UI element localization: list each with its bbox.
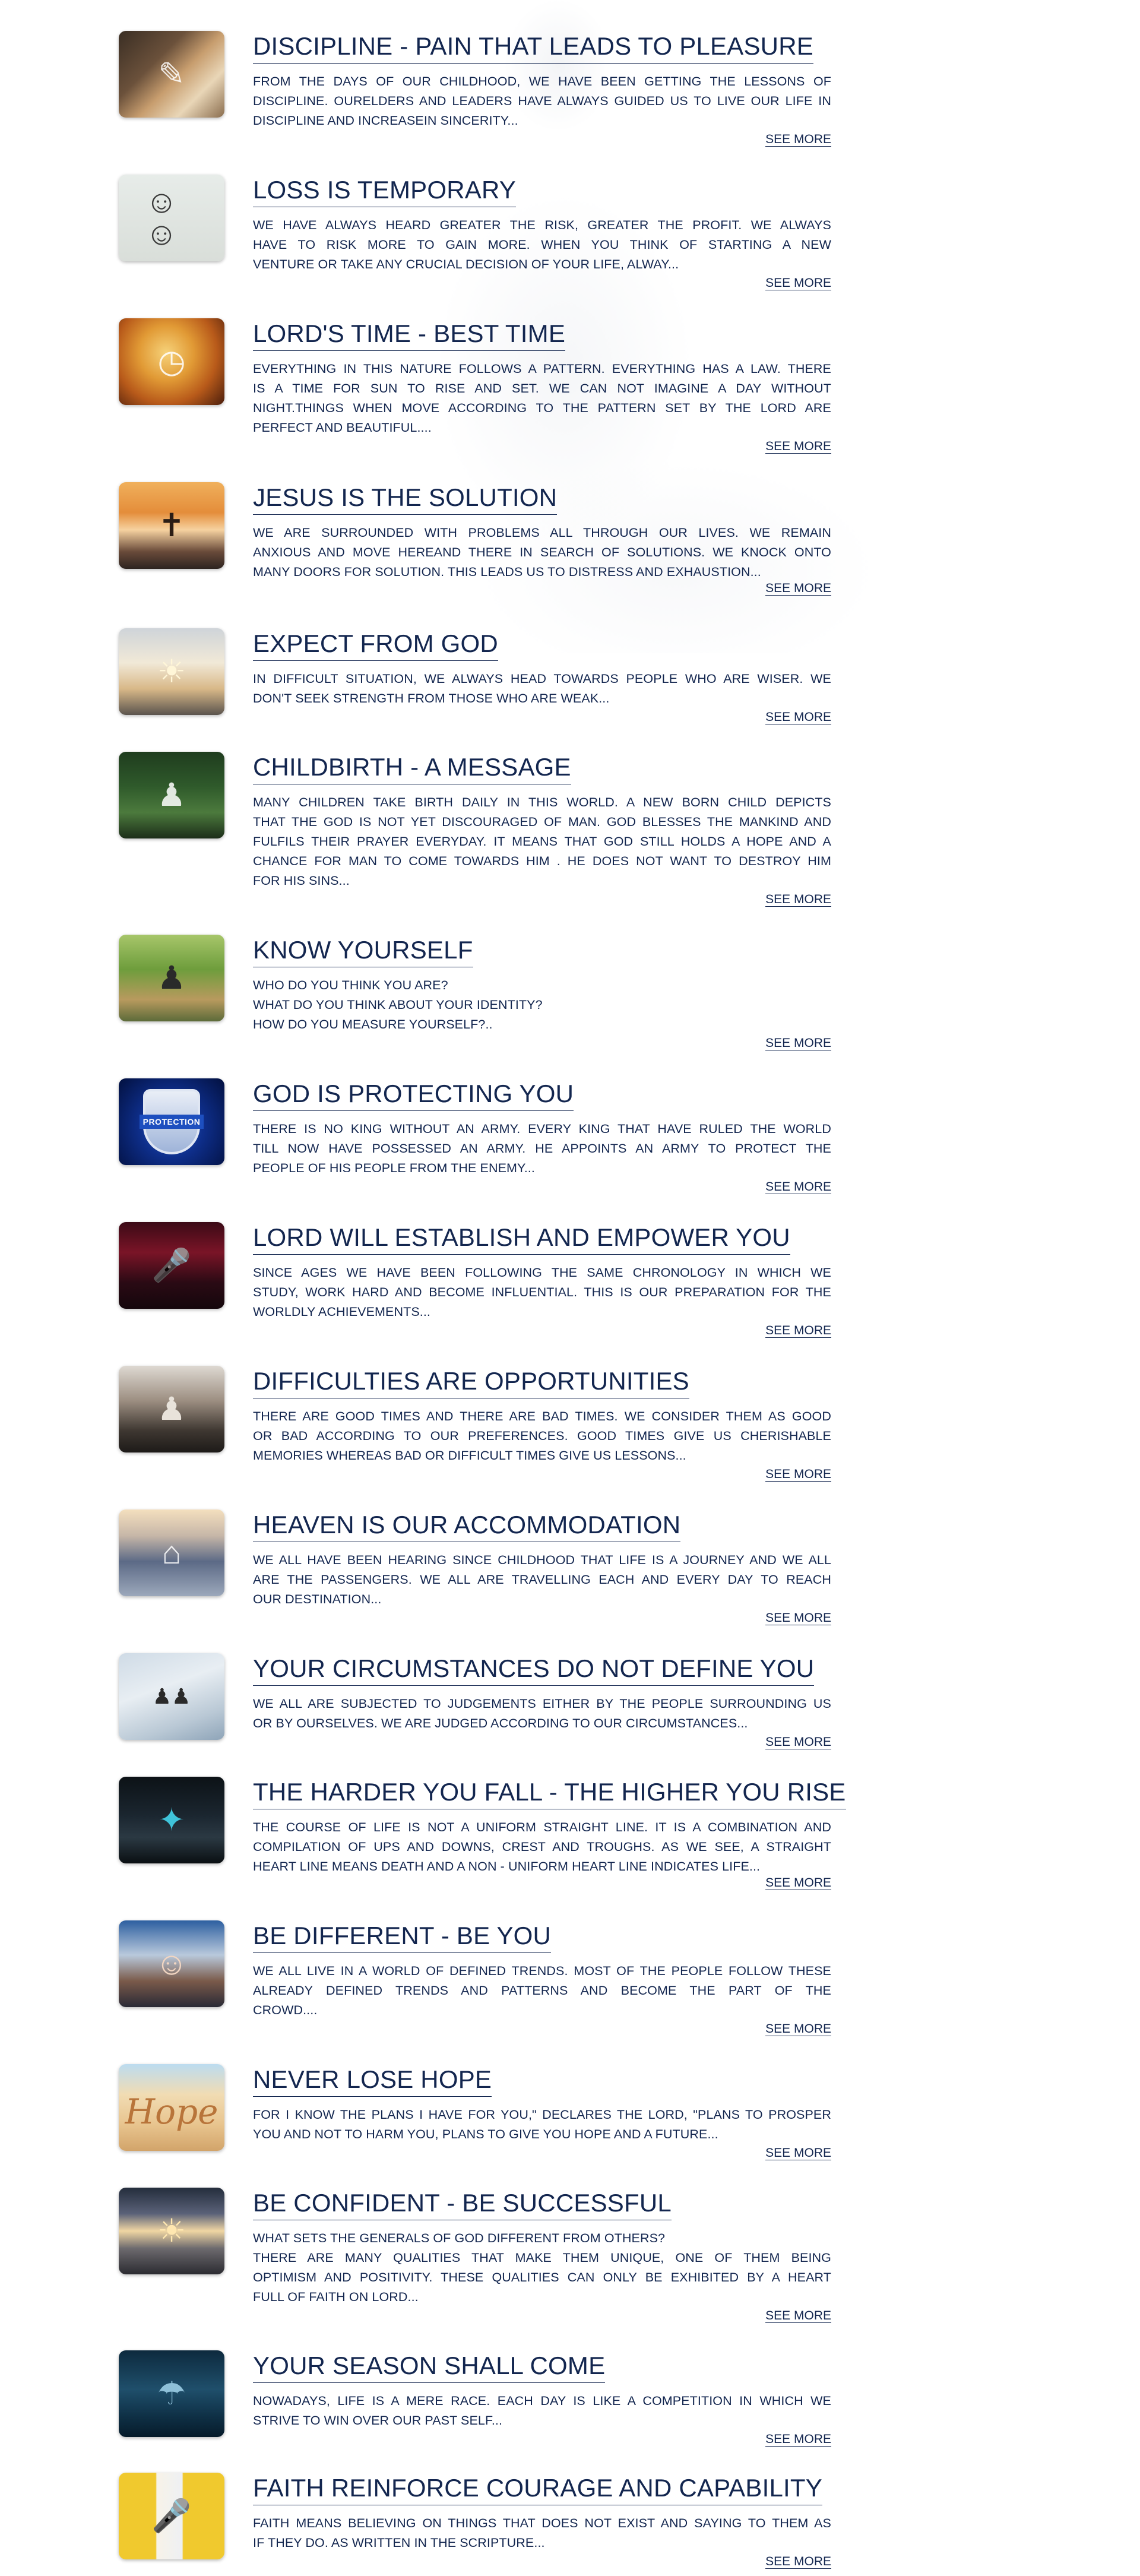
article-excerpt: WHO DO YOU THINK YOU ARE? WHAT DO YOU TH… (253, 978, 543, 1031)
article-excerpt: THERE IS NO KING WITHOUT AN ARMY. EVERY … (253, 1122, 831, 1175)
article-title[interactable]: HEAVEN IS OUR ACCOMMODATION (253, 1509, 681, 1542)
clock-icon: ◷ (157, 344, 186, 379)
article-thumbnail[interactable]: Hope (119, 2064, 224, 2151)
see-more-link[interactable]: SEE MORE (253, 131, 831, 148)
protection-shield-icon: PROTECTION (139, 1089, 204, 1154)
house-clouds-icon: ⌂ (162, 1535, 182, 1571)
see-more-link[interactable]: SEE MORE (253, 1466, 831, 1483)
article-thumbnail[interactable]: ♟ (119, 1366, 224, 1452)
sunset-figure-icon: ✝ (158, 508, 185, 543)
see-more-link[interactable]: SEE MORE (253, 2020, 831, 2038)
rain-water-icon: ☂ (157, 2376, 186, 2412)
climber-icon: ✦ (158, 1802, 185, 1838)
see-more-link[interactable]: SEE MORE (253, 891, 831, 909)
article-excerpt: SINCE AGES WE HAVE BEEN FOLLOWING THE SA… (253, 1265, 831, 1319)
article-excerpt: THE COURSE OF LIFE IS NOT A UNIFORM STRA… (253, 1820, 831, 1874)
man-selfie-icon: ☺ (155, 1946, 188, 1982)
article-thumbnail[interactable]: ✎ (119, 31, 224, 118)
article-thumbnail[interactable]: ♟ (119, 935, 224, 1021)
article-title[interactable]: KNOW YOURSELF (253, 935, 473, 967)
see-more-link[interactable]: SEE MORE (253, 2431, 831, 2448)
see-more-link[interactable]: SEE MORE (253, 708, 831, 726)
article-title[interactable]: CHILDBIRTH - A MESSAGE (253, 752, 571, 784)
see-more-link[interactable]: SEE MORE (253, 274, 831, 292)
hikers-snow-icon: ♟♟ (152, 1684, 191, 1708)
article-title[interactable]: BE DIFFERENT - BE YOU (253, 1920, 552, 1953)
article-title[interactable]: THE HARDER YOU FALL - THE HIGHER YOU RIS… (253, 1777, 846, 1809)
article-excerpt: WE ALL LIVE IN A WORLD OF DEFINED TRENDS… (253, 1964, 831, 2017)
article-excerpt: WHAT SETS THE GENERALS OF GOD DIFFERENT … (253, 2231, 831, 2304)
pier-sunset-icon: ☀ (157, 2213, 186, 2249)
article-title[interactable]: DISCIPLINE - PAIN THAT LEADS TO PLEASURE (253, 31, 813, 64)
man-portrait-icon: ♟ (157, 1391, 186, 1427)
man-bench-icon: ♟ (157, 960, 186, 996)
speaker-microphone-icon: 🎤 (151, 2498, 192, 2534)
article-excerpt: THERE ARE GOOD TIMES AND THERE ARE BAD T… (253, 1409, 831, 1463)
article-excerpt: FAITH MEANS BELIEVING ON THINGS THAT DOE… (253, 2516, 831, 2550)
article-excerpt: WE ALL ARE SUBJECTED TO JUDGEMENTS EITHE… (253, 1697, 831, 1730)
child-swing-icon: ♟ (157, 777, 186, 813)
article-title[interactable]: DIFFICULTIES ARE OPPORTUNITIES (253, 1366, 689, 1398)
article-excerpt: EVERYTHING IN THIS NATURE FOLLOWS A PATT… (253, 362, 831, 435)
article-thumbnail[interactable]: ♟ (119, 752, 224, 838)
see-more-link[interactable]: SEE MORE (253, 438, 831, 455)
see-more-link[interactable]: SEE MORE (253, 580, 831, 597)
article-title[interactable]: YOUR CIRCUMSTANCES DO NOT DEFINE YOU (253, 1653, 815, 1686)
article-thumbnail[interactable]: ✝ (119, 482, 224, 569)
article-thumbnail[interactable]: ☂ (119, 2350, 224, 2437)
article-excerpt: WE HAVE ALWAYS HEARD GREATER THE RISK, G… (253, 218, 831, 271)
book-hand-icon: ✎ (158, 56, 185, 92)
article-title[interactable]: LOSS IS TEMPORARY (253, 175, 516, 207)
see-more-link[interactable]: SEE MORE (253, 1874, 831, 1892)
article-thumbnail[interactable]: ☺ (119, 1920, 224, 2007)
article-excerpt: NOWADAYS, LIFE IS A MERE RACE. EACH DAY … (253, 2394, 831, 2428)
article-thumbnail[interactable]: 🎤 (119, 2473, 224, 2559)
article-title[interactable]: YOUR SEASON SHALL COME (253, 2350, 606, 2383)
article-excerpt: FOR I KNOW THE PLANS I HAVE FOR YOU," DE… (253, 2107, 831, 2141)
see-more-link[interactable]: SEE MORE (253, 1034, 831, 1052)
article-thumbnail[interactable]: ♟♟ (119, 1653, 224, 1740)
article-title[interactable]: NEVER LOSE HOPE (253, 2064, 492, 2097)
article-excerpt: WE ARE SURROUNDED WITH PROBLEMS ALL THRO… (253, 526, 831, 579)
see-more-link[interactable]: SEE MORE (253, 2553, 831, 2571)
see-more-link[interactable]: SEE MORE (253, 1322, 831, 1340)
article-thumbnail[interactable]: ☺☺ (119, 175, 224, 261)
article-thumbnail[interactable]: ☀ (119, 2188, 224, 2274)
article-thumbnail[interactable]: ☀ (119, 628, 224, 715)
article-excerpt: WE ALL HAVE BEEN HEARING SINCE CHILDHOOD… (253, 1553, 831, 1606)
hope-sand-icon: Hope (125, 2091, 218, 2132)
family-portrait-icon: ☺☺ (145, 184, 178, 252)
sunrise-icon: ☀ (157, 654, 186, 689)
article-thumbnail[interactable]: ⌂ (119, 1509, 224, 1596)
article-thumbnail[interactable]: ✦ (119, 1777, 224, 1863)
article-title[interactable]: EXPECT FROM GOD (253, 628, 498, 661)
see-more-link[interactable]: SEE MORE (253, 1609, 831, 1627)
article-excerpt: IN DIFFICULT SITUATION, WE ALWAYS HEAD T… (253, 672, 831, 705)
article-title[interactable]: FAITH REINFORCE COURAGE AND CAPABILITY (253, 2473, 822, 2505)
article-excerpt: FROM THE DAYS OF OUR CHILDHOOD, WE HAVE … (253, 74, 831, 128)
article-title[interactable]: GOD IS PROTECTING YOU (253, 1078, 574, 1111)
article-title[interactable]: LORD WILL ESTABLISH AND EMPOWER YOU (253, 1222, 790, 1255)
article-thumbnail[interactable]: PROTECTION (119, 1078, 224, 1165)
article-thumbnail[interactable]: ◷ (119, 318, 224, 405)
article-thumbnail[interactable]: 🎤 (119, 1222, 224, 1309)
speaker-stage-icon: 🎤 (151, 1248, 192, 1283)
see-more-link[interactable]: SEE MORE (253, 2307, 831, 2325)
article-title[interactable]: JESUS IS THE SOLUTION (253, 482, 558, 515)
see-more-link[interactable]: SEE MORE (253, 2144, 831, 2162)
article-title[interactable]: BE CONFIDENT - BE SUCCESSFUL (253, 2188, 672, 2220)
see-more-link[interactable]: SEE MORE (253, 1178, 831, 1196)
article-excerpt: MANY CHILDREN TAKE BIRTH DAILY IN THIS W… (253, 795, 831, 888)
article-title[interactable]: LORD'S TIME - BEST TIME (253, 318, 566, 351)
see-more-link[interactable]: SEE MORE (253, 1733, 831, 1751)
